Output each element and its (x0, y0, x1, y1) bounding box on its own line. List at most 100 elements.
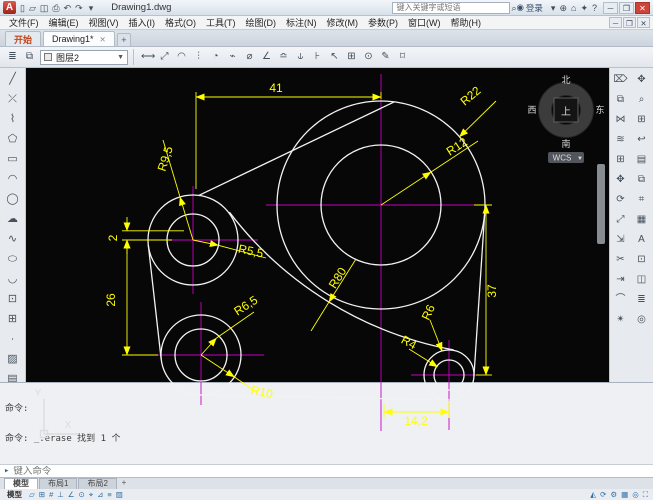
continue-dimension-button[interactable]: ⊦ (309, 49, 326, 66)
dimension-edit-button[interactable]: ✎ (377, 49, 394, 66)
signin-button[interactable]: ◉ 登录 (512, 2, 546, 14)
named-views-button[interactable]: ◎ (632, 310, 651, 329)
mirror-button[interactable]: ⋈ (611, 110, 630, 129)
layer-select[interactable]: 图层2 ▼ (40, 50, 128, 65)
circle-tool[interactable]: ◯ (2, 190, 24, 209)
compass-south-label[interactable]: 南 (561, 138, 570, 149)
tab-model[interactable]: 模型 (4, 478, 38, 489)
hatch-tool[interactable]: ▨ (2, 350, 24, 369)
rotate-button[interactable]: ⟳ (611, 190, 630, 209)
compass-up-face[interactable]: 上 (561, 106, 571, 118)
text-button[interactable]: A (632, 230, 651, 249)
arc-length-button[interactable]: ◠ (173, 49, 190, 66)
zoom-realtime-button[interactable]: ⌕ (632, 90, 651, 109)
ellipse-arc-tool[interactable]: ◡ (2, 270, 24, 289)
annotation-visibility-icon[interactable]: ◭ (588, 490, 598, 500)
transparency-icon[interactable]: ▨ (114, 490, 125, 500)
menu-file[interactable]: 文件(F) (4, 16, 44, 29)
doc-close-button[interactable]: ✕ (637, 17, 650, 28)
lineweight-icon[interactable]: ≡ (105, 490, 113, 500)
menu-parametric[interactable]: 参数(P) (363, 16, 403, 29)
command-input[interactable] (13, 466, 649, 477)
rectangle-tool[interactable]: ▭ (2, 150, 24, 169)
aligned-dimension-button[interactable]: ⤢ (156, 49, 173, 66)
ellipse-tool[interactable]: ⬭ (2, 250, 24, 269)
insert-block-tool[interactable]: ⊡ (2, 290, 24, 309)
tab-start[interactable]: 开始 (5, 31, 41, 46)
menu-tools[interactable]: 工具(T) (201, 16, 241, 29)
zoom-window-button[interactable]: ⊞ (632, 110, 651, 129)
help-icon[interactable]: ? (590, 1, 599, 15)
angular-dimension-button[interactable]: ∠ (258, 49, 275, 66)
clean-screen-icon[interactable]: ⛶ (641, 490, 650, 500)
extend-button[interactable]: ⇥ (611, 270, 630, 289)
construction-line-tool[interactable]: ⤫ (2, 90, 24, 109)
menu-window[interactable]: 窗口(W) (403, 16, 446, 29)
tab-layout1[interactable]: 布局1 (39, 478, 77, 489)
layer-properties-button[interactable]: ≣ (4, 49, 21, 66)
line-tool[interactable]: ╱ (2, 70, 24, 89)
copy-button[interactable]: ⧉ (611, 90, 630, 109)
qat-customize-caret-icon[interactable]: ▾ (87, 1, 96, 15)
open-button[interactable]: ▱ (27, 1, 38, 15)
layer-states-button[interactable]: ⧉ (21, 49, 38, 66)
baseline-dimension-button[interactable]: ⫝ (292, 49, 309, 66)
pan-button[interactable]: ✥ (632, 70, 651, 89)
tab-layout2[interactable]: 布局2 (78, 478, 116, 489)
canvas-scrollbar-thumb[interactable] (597, 164, 605, 244)
workspace-switching-icon[interactable]: ⚙ (608, 490, 619, 500)
fillet-button[interactable]: ⌒ (611, 290, 630, 309)
dynamic-input-icon[interactable]: ⊿ (95, 490, 105, 500)
infer-constraints-icon[interactable]: ▱ (27, 490, 37, 500)
polar-tracking-icon[interactable]: ∠ (66, 490, 77, 500)
move-button[interactable]: ✥ (611, 170, 630, 189)
drawing-viewport[interactable]: 41 R22 R12 R9,5 R5,5 2 26 R6,5 R80 R6 R4… (26, 68, 609, 444)
doc-minimize-button[interactable]: ─ (609, 17, 622, 28)
table-button[interactable]: ▦ (632, 210, 651, 229)
layer-walk-button[interactable]: ≣ (632, 290, 651, 309)
snap-mode-icon[interactable]: ⊞ (37, 490, 47, 500)
menu-insert[interactable]: 插入(I) (124, 16, 161, 29)
ordinate-button[interactable]: ⫶ (190, 49, 207, 66)
menu-modify[interactable]: 修改(M) (322, 16, 364, 29)
make-block-tool[interactable]: ⊞ (2, 310, 24, 329)
grid-display-icon[interactable]: # (47, 490, 55, 500)
zoom-previous-button[interactable]: ↩ (632, 130, 651, 149)
ortho-mode-icon[interactable]: ⊥ (55, 490, 66, 500)
menu-draw[interactable]: 绘图(D) (241, 16, 282, 29)
undo-button[interactable]: ↶ (62, 1, 74, 15)
tab-drawing1[interactable]: Drawing1* ✕ (43, 31, 115, 46)
qnew-button[interactable]: ▯ (18, 1, 27, 15)
search-input[interactable] (393, 3, 509, 12)
match-properties-button[interactable]: ⧉ (632, 170, 651, 189)
save-button[interactable]: ◫ (38, 1, 51, 15)
radius-dimension-button[interactable]: ◔ (207, 49, 224, 66)
autodesk360-icon[interactable]: ⊕ (557, 1, 569, 15)
multileader-button[interactable]: ↖ (326, 49, 343, 66)
tolerance-button[interactable]: ⊞ (343, 49, 360, 66)
annotation-autoscale-icon[interactable]: ⟳ (598, 490, 608, 500)
new-layout-button[interactable]: + (118, 478, 130, 489)
stay-connected-icon[interactable]: ✦ (578, 1, 590, 15)
otrack-icon[interactable]: ⌖ (87, 490, 95, 500)
isolate-objects-icon[interactable]: ◎ (630, 490, 641, 500)
properties-button[interactable]: ▤ (632, 150, 651, 169)
exchange-apps-icon[interactable]: ⌂ (569, 1, 578, 15)
trim-button[interactable]: ✂ (611, 250, 630, 269)
compass-north-label[interactable]: 北 (561, 75, 570, 85)
app-menu-button[interactable]: A (3, 1, 16, 14)
stretch-button[interactable]: ⇲ (611, 230, 630, 249)
plot-button[interactable]: ⎙ (50, 1, 61, 15)
block-button[interactable]: ⊡ (632, 250, 651, 269)
osnap-icon[interactable]: ⊙ (77, 490, 87, 500)
measure-button[interactable]: ⌗ (632, 190, 651, 209)
polyline-tool[interactable]: ⌇ (2, 110, 24, 129)
menu-view[interactable]: 视图(V) (84, 16, 124, 29)
polygon-tool[interactable]: ⬠ (2, 130, 24, 149)
dimension-style-button[interactable]: ⌑ (394, 49, 411, 66)
explode-button[interactable]: ✴ (611, 310, 630, 329)
view-compass[interactable]: 上 北 西 东 南 WCS ▼ (527, 75, 604, 163)
array-button[interactable]: ⊞ (611, 150, 630, 169)
arc-tool[interactable]: ◠ (2, 170, 24, 189)
diameter-dimension-button[interactable]: ⌀ (241, 49, 258, 66)
